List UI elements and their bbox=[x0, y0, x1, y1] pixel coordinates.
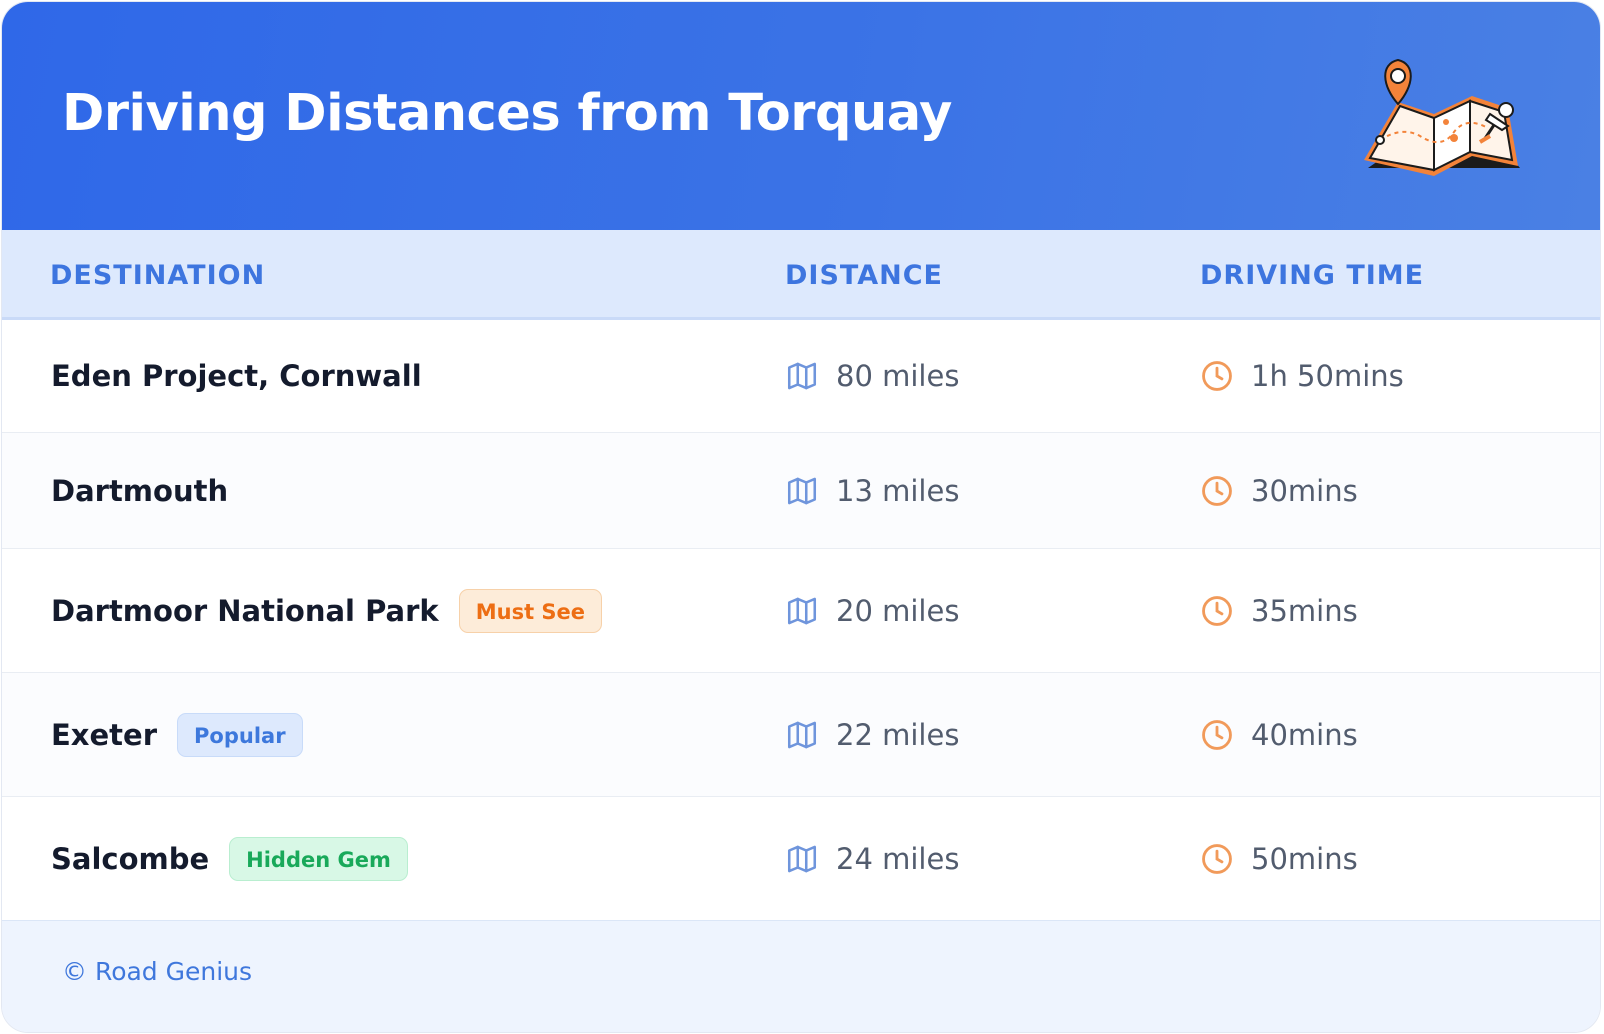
column-header-destination[interactable]: DESTINATION bbox=[50, 260, 265, 291]
map-pin-illustration bbox=[1364, 58, 1520, 176]
destination-cell: Dartmoor National Park Must See bbox=[51, 588, 603, 633]
clock-icon bbox=[1202, 475, 1232, 506]
table-row[interactable]: Salcombe Hidden Gem 24 miles 50mins bbox=[2, 797, 1600, 920]
table-row[interactable]: Exeter Popular 22 miles 40mins bbox=[2, 673, 1600, 797]
destination-cell: Salcombe Hidden Gem bbox=[51, 836, 408, 881]
clock-icon bbox=[1202, 361, 1232, 391]
destination-name: Eden Project, Cornwall bbox=[51, 359, 422, 393]
clock-icon bbox=[1202, 719, 1232, 750]
distance-value: 24 miles bbox=[836, 841, 960, 876]
must-see-badge: Must See bbox=[458, 588, 603, 633]
destination-name: Dartmoor National Park bbox=[51, 593, 439, 628]
destination-cell: Dartmouth bbox=[51, 474, 228, 508]
destination-cell: Exeter Popular bbox=[51, 712, 303, 757]
column-header-distance[interactable]: DISTANCE bbox=[785, 260, 943, 291]
distance-cell: 20 miles bbox=[785, 594, 959, 628]
table-header: DESTINATION DISTANCE DRIVING TIME bbox=[2, 230, 1600, 320]
clock-icon bbox=[1202, 843, 1232, 874]
distance-cell: 22 miles bbox=[785, 718, 959, 752]
table-row[interactable]: Eden Project, Cornwall 80 miles 1h 50min… bbox=[2, 320, 1600, 433]
time-value: 30mins bbox=[1251, 473, 1358, 508]
map-icon bbox=[787, 477, 817, 504]
destination-cell: Eden Project, Cornwall bbox=[51, 359, 422, 393]
destination-name: Dartmouth bbox=[51, 473, 229, 508]
distance-value: 13 miles bbox=[836, 473, 960, 508]
time-cell: 50mins bbox=[1200, 842, 1358, 876]
time-cell: 35mins bbox=[1200, 594, 1358, 628]
time-value: 50mins bbox=[1251, 841, 1358, 876]
time-value: 35mins bbox=[1251, 593, 1358, 628]
distance-value: 22 miles bbox=[836, 717, 960, 752]
map-icon bbox=[787, 845, 817, 872]
column-header-driving-time[interactable]: DRIVING TIME bbox=[1200, 260, 1424, 291]
card-header: Driving Distances from Torquay bbox=[2, 2, 1600, 230]
destination-name: Salcombe bbox=[51, 841, 210, 876]
destination-name: Exeter bbox=[51, 717, 158, 752]
map-icon bbox=[787, 721, 817, 748]
distance-cell: 13 miles bbox=[785, 474, 959, 508]
time-value: 40mins bbox=[1251, 717, 1358, 752]
page-title: Driving Distances from Torquay bbox=[62, 84, 952, 143]
time-cell: 1h 50mins bbox=[1200, 359, 1404, 393]
map-icon bbox=[787, 597, 817, 624]
popular-badge: Popular bbox=[177, 712, 303, 757]
distance-cell: 24 miles bbox=[785, 842, 959, 876]
copyright-text[interactable]: © Road Genius bbox=[62, 957, 252, 986]
time-value: 1h 50mins bbox=[1251, 359, 1404, 393]
distance-cell: 80 miles bbox=[785, 359, 959, 393]
time-cell: 40mins bbox=[1200, 718, 1358, 752]
card-footer: © Road Genius bbox=[2, 920, 1600, 1032]
distance-card: Driving Distances from Torquay DESTINATI… bbox=[2, 2, 1600, 1032]
distance-value: 20 miles bbox=[836, 593, 960, 628]
table-row[interactable]: Dartmoor National Park Must See 20 miles… bbox=[2, 549, 1600, 673]
distance-value: 80 miles bbox=[836, 359, 960, 393]
time-cell: 30mins bbox=[1200, 474, 1358, 508]
clock-icon bbox=[1202, 595, 1232, 626]
table-row[interactable]: Dartmouth 13 miles 30mins bbox=[2, 433, 1600, 549]
map-icon bbox=[787, 362, 817, 390]
hidden-gem-badge: Hidden Gem bbox=[229, 836, 408, 881]
